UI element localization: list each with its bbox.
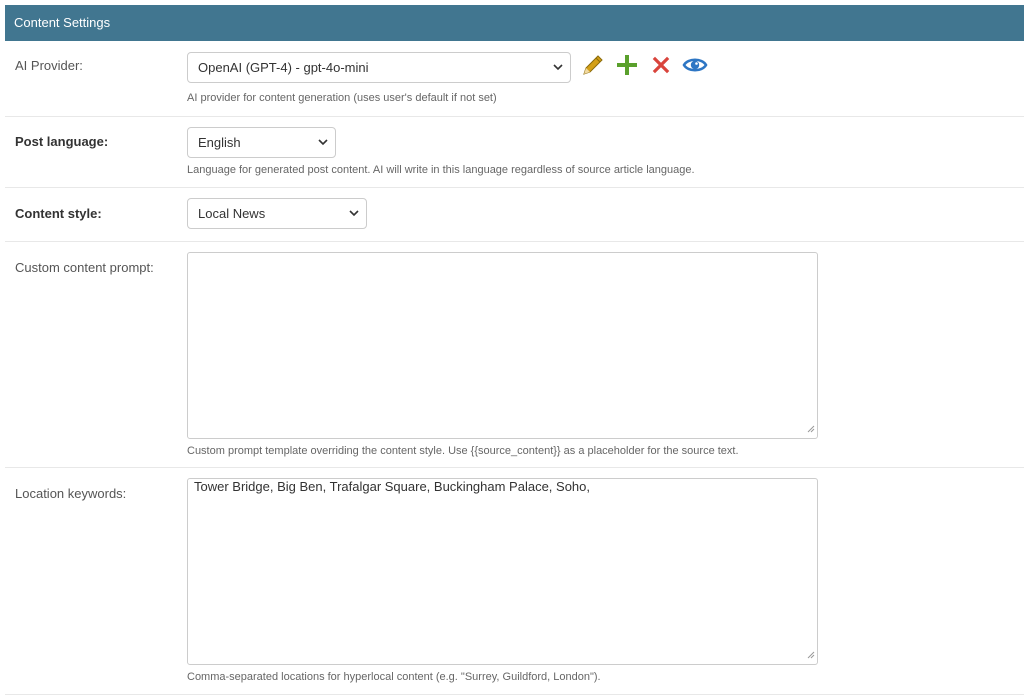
- chevron-down-icon: [318, 128, 328, 157]
- module-header: Content Settings: [5, 5, 1024, 41]
- resize-grip-icon[interactable]: [807, 647, 815, 662]
- content-style-label: Content style:: [15, 206, 102, 221]
- ai-provider-row: AI Provider: OpenAI (GPT-4) - gpt-4o-min…: [5, 41, 1024, 117]
- ai-provider-select[interactable]: OpenAI (GPT-4) - gpt-4o-mini: [187, 52, 571, 83]
- location-keywords-textarea[interactable]: Tower Bridge, Big Ben, Trafalgar Square,…: [187, 478, 818, 665]
- eye-icon[interactable]: [682, 52, 708, 78]
- custom-prompt-help: Custom prompt template overriding the co…: [187, 445, 739, 457]
- post-language-label: Post language:: [15, 134, 109, 149]
- chevron-down-icon: [349, 199, 359, 228]
- location-keywords-value: Tower Bridge, Big Ben, Trafalgar Square,…: [194, 479, 590, 494]
- ai-provider-label: AI Provider:: [15, 58, 83, 73]
- chevron-down-icon: [553, 53, 563, 82]
- custom-prompt-row: Custom content prompt: Custom prompt tem…: [5, 242, 1024, 468]
- post-language-help: Language for generated post content. AI …: [187, 164, 695, 176]
- location-keywords-label: Location keywords:: [15, 486, 127, 501]
- content-style-selected: Local News: [198, 206, 266, 221]
- ai-provider-selected: OpenAI (GPT-4) - gpt-4o-mini: [198, 60, 369, 75]
- content-style-row: Content style: Local News: [5, 188, 1024, 242]
- post-language-select[interactable]: English: [187, 127, 336, 158]
- resize-grip-icon[interactable]: [807, 421, 815, 436]
- content-style-select[interactable]: Local News: [187, 198, 367, 229]
- content-settings-module: Content Settings AI Provider: OpenAI (GP…: [5, 5, 1024, 695]
- location-keywords-help: Comma-separated locations for hyperlocal…: [187, 671, 601, 683]
- close-icon[interactable]: [648, 52, 674, 78]
- pencil-icon[interactable]: [580, 52, 606, 78]
- custom-prompt-textarea[interactable]: [187, 252, 818, 439]
- custom-prompt-label: Custom content prompt:: [15, 260, 154, 275]
- post-language-selected: English: [198, 135, 241, 150]
- plus-icon[interactable]: [614, 52, 640, 78]
- post-language-row: Post language: English Language for gene…: [5, 117, 1024, 188]
- ai-provider-help: AI provider for content generation (uses…: [187, 92, 497, 104]
- location-keywords-row: Location keywords: Tower Bridge, Big Ben…: [5, 468, 1024, 695]
